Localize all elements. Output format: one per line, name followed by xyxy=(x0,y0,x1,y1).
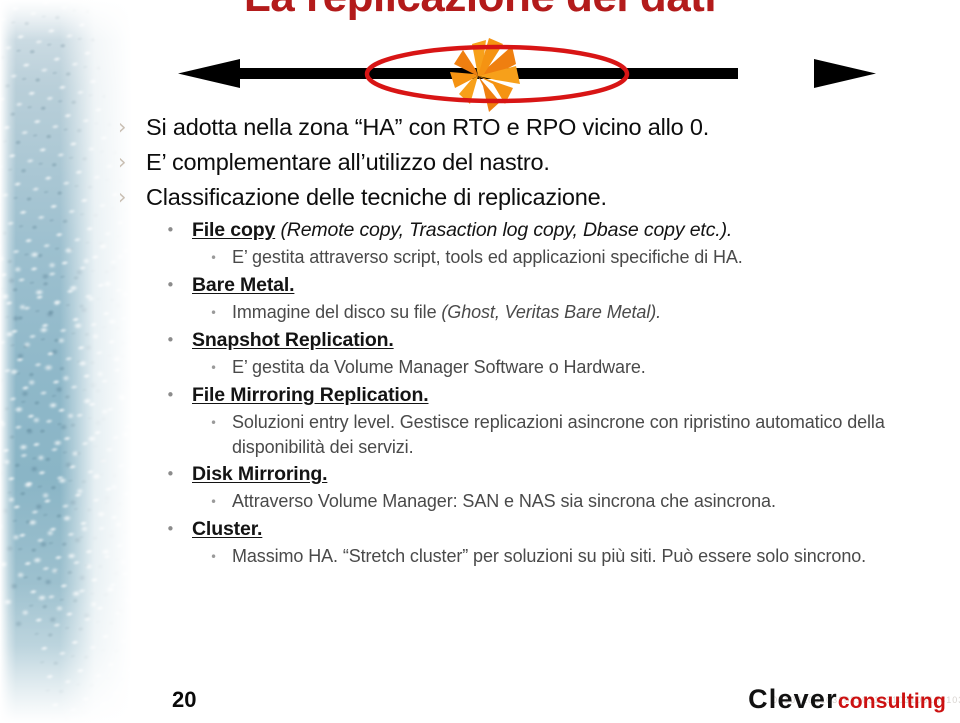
bullet-level1-text: E’ complementare all’utilizzo del nastro… xyxy=(146,149,550,175)
bullet-level2: • File Mirroring Replication. xyxy=(118,382,946,409)
slide: La replicazione dei dati xyxy=(0,0,960,723)
bullet-level3: • Immagine del disco su file (Ghost, Ver… xyxy=(118,300,946,326)
divider-graphic xyxy=(0,36,960,112)
bullet-level2-text: Disk Mirroring. xyxy=(192,461,328,488)
chevron-bullet-icon: › xyxy=(118,185,127,209)
bullet-level3: • E’ gestita da Volume Manager Software … xyxy=(118,355,946,381)
bullet-level3-text: E’ gestita da Volume Manager Software o … xyxy=(232,357,646,377)
bullet-level3-text: Immagine del disco su file (Ghost, Verit… xyxy=(232,300,661,325)
dot-bullet-icon: • xyxy=(210,416,218,430)
dot-bullet-icon: • xyxy=(210,495,218,509)
bullet-level2-text: Bare Metal. xyxy=(192,272,295,299)
logo-secondary-text: consulting xyxy=(837,690,946,713)
bullet-level1: › Classificazione delle tecniche di repl… xyxy=(118,182,946,212)
bullet-level2: • Snapshot Replication. xyxy=(118,327,946,354)
dot-bullet-icon: • xyxy=(210,306,218,320)
bullet-level2: • Cluster. xyxy=(118,516,946,543)
technique-name: File copy xyxy=(192,219,276,241)
slide-title: La replicazione dei dati xyxy=(0,0,960,22)
bullet-level3: • E’ gestita attraverso script, tools ed… xyxy=(118,245,946,271)
bullet-level2: • Bare Metal. xyxy=(118,272,946,299)
slide-body: › Si adotta nella zona “HA” con RTO e RP… xyxy=(118,112,946,571)
bullet-level1: › E’ complementare all’utilizzo del nast… xyxy=(118,147,946,177)
dot-bullet-icon: • xyxy=(166,221,175,239)
dot-bullet-icon: • xyxy=(166,331,175,349)
logo-primary-text: Clever xyxy=(748,684,838,714)
slide-title-clip: La replicazione dei dati xyxy=(0,0,960,26)
bullet-level3-text: Soluzioni entry level. Gestisce replicaz… xyxy=(232,412,885,457)
dot-bullet-icon: • xyxy=(210,361,218,375)
dot-bullet-icon: • xyxy=(210,550,218,564)
dot-bullet-icon: • xyxy=(210,251,218,265)
double-headed-arrow-icon xyxy=(178,59,876,88)
chevron-bullet-icon: › xyxy=(118,150,127,174)
page-number: 20 xyxy=(172,687,197,712)
clever-consulting-logo: 0310310310310310310310310310310310310 Cl… xyxy=(748,684,960,714)
dot-bullet-icon: • xyxy=(166,465,175,483)
bullet-level2: • File copy (Remote copy, Trasaction log… xyxy=(118,217,946,244)
technique-name: Disk Mirroring. xyxy=(192,463,328,485)
bullet-level2-text: Snapshot Replication. xyxy=(192,327,394,354)
bullet-level3-text: E’ gestita attraverso script, tools ed a… xyxy=(232,247,743,267)
bullet-level3: • Attraverso Volume Manager: SAN e NAS s… xyxy=(118,489,946,515)
bullet-level2-text: File copy (Remote copy, Trasaction log c… xyxy=(192,217,732,244)
technique-detail: (Remote copy, Trasaction log copy, Dbase… xyxy=(275,219,733,241)
technique-name: Cluster. xyxy=(192,518,263,540)
bullet-level3-lead: Immagine del disco su file xyxy=(232,302,442,322)
dot-bullet-icon: • xyxy=(166,276,175,294)
bullet-level3-text: Attraverso Volume Manager: SAN e NAS sia… xyxy=(232,491,776,511)
bullet-level3-italic: (Ghost, Veritas Bare Metal). xyxy=(441,302,662,322)
bullet-level3: • Soluzioni entry level. Gestisce replic… xyxy=(118,410,946,460)
chevron-bullet-icon: › xyxy=(118,115,127,139)
bullet-level3-text: Massimo HA. “Stretch cluster” per soluzi… xyxy=(232,546,867,566)
technique-name: Snapshot Replication. xyxy=(192,329,394,351)
bullet-level2-text: Cluster. xyxy=(192,516,262,543)
dot-bullet-icon: • xyxy=(166,520,175,538)
bullet-level1: › Si adotta nella zona “HA” con RTO e RP… xyxy=(118,112,946,142)
dot-bullet-icon: • xyxy=(166,386,175,404)
bullet-level3: • Massimo HA. “Stretch cluster” per solu… xyxy=(118,544,946,570)
technique-name: File Mirroring Replication. xyxy=(192,384,429,406)
technique-name: Bare Metal. xyxy=(192,274,295,296)
bullet-level1-text: Classificazione delle tecniche di replic… xyxy=(146,184,607,210)
bullet-level1-text: Si adotta nella zona “HA” con RTO e RPO … xyxy=(146,114,710,140)
bullet-level2: • Disk Mirroring. xyxy=(118,461,946,488)
bullet-level2-text: File Mirroring Replication. xyxy=(192,382,429,409)
